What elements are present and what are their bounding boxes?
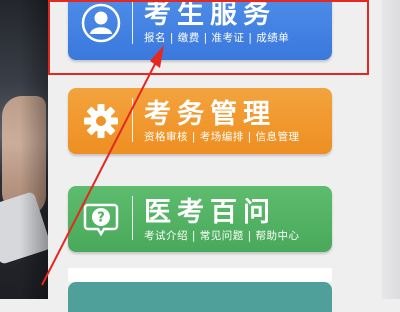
card-divider bbox=[132, 196, 133, 240]
right-edge bbox=[382, 0, 400, 299]
medical-faq-card[interactable]: ? 医考百问 考试介绍 | 常见问题 | 帮助中心 bbox=[68, 186, 332, 252]
link-exam-intro[interactable]: 考试介绍 bbox=[144, 230, 188, 242]
gear-icon bbox=[76, 96, 126, 146]
link-qualification-review[interactable]: 资格审核 bbox=[144, 131, 188, 143]
next-card-partial[interactable] bbox=[68, 282, 332, 312]
exam-affairs-card[interactable]: 考务管理 资格审核 | 考场编排 | 信息管理 bbox=[68, 88, 332, 154]
link-room-arrangement[interactable]: 考场编排 bbox=[200, 131, 244, 143]
photo-shadow bbox=[20, 0, 48, 299]
link-help-center[interactable]: 帮助中心 bbox=[255, 230, 299, 242]
card-title: 考务管理 bbox=[144, 99, 276, 130]
card-title: 医考百问 bbox=[144, 197, 276, 228]
card-divider bbox=[132, 98, 133, 142]
card-links: 考试介绍 | 常见问题 | 帮助中心 bbox=[144, 230, 300, 242]
card-links: 资格审核 | 考场编排 | 信息管理 bbox=[144, 131, 300, 143]
svg-text:?: ? bbox=[97, 211, 105, 226]
link-info-management[interactable]: 信息管理 bbox=[255, 131, 299, 143]
link-faq[interactable]: 常见问题 bbox=[200, 230, 244, 242]
background-photo bbox=[0, 0, 48, 299]
card-gap bbox=[68, 268, 332, 282]
question-bubble-icon: ? bbox=[76, 194, 126, 244]
highlight-box bbox=[48, 0, 369, 75]
